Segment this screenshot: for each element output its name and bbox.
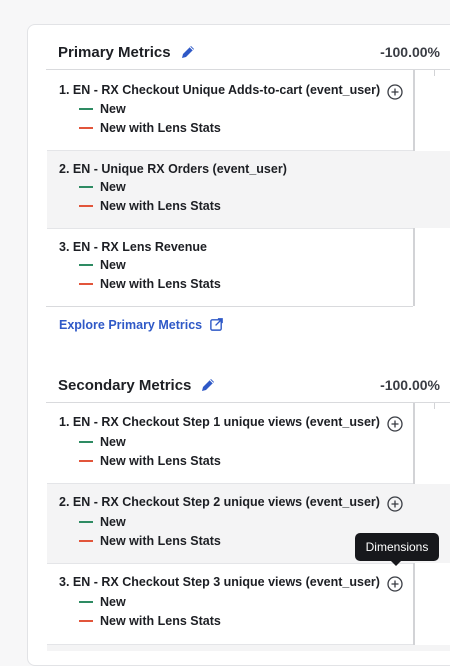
metric-row: 2. EN - Unique RX Orders (event_user) Ne…: [47, 151, 450, 228]
series-label: New with Lens Stats: [100, 534, 221, 548]
pencil-icon[interactable]: [200, 377, 216, 393]
series-line: [79, 205, 93, 207]
series-label: New: [100, 435, 126, 449]
metric-title: 1. EN - RX Checkout Step 1 unique views …: [59, 415, 380, 429]
legend-series-new: New: [79, 435, 126, 449]
series-line: [79, 540, 93, 542]
plus-circle-icon[interactable]: [387, 416, 403, 432]
dimensions-tooltip: Dimensions: [355, 533, 439, 566]
divider: [46, 69, 450, 70]
metric-row: 1. EN - RX Checkout Unique Adds-to-cart …: [47, 72, 450, 150]
metric-number: 3.: [59, 575, 70, 589]
metric-row: 1. EN - RX Checkout Step 1 unique views …: [47, 404, 450, 483]
metric-number: 1.: [59, 83, 70, 97]
series-line: [79, 620, 93, 622]
explore-link-label: Explore Primary Metrics: [59, 317, 203, 332]
metric-name: EN - RX Lens Revenue: [72, 240, 207, 254]
explore-primary-metrics-link[interactable]: Explore Primary Metrics: [59, 317, 224, 332]
series-label: New with Lens Stats: [100, 121, 221, 135]
legend-series-new: New: [79, 595, 126, 609]
series-label: New with Lens Stats: [100, 614, 221, 628]
divider: [46, 306, 413, 307]
legend-series-lens: New with Lens Stats: [79, 277, 221, 291]
legend-series-new: New: [79, 180, 126, 194]
series-label: New: [100, 258, 126, 272]
secondary-percent: -100.00%: [380, 377, 440, 393]
secondary-section-header: Secondary Metrics -100.00%: [58, 373, 440, 397]
legend-series-lens: New with Lens Stats: [79, 121, 221, 135]
series-line: [79, 264, 93, 266]
divider: [46, 402, 450, 403]
series-line: [79, 460, 93, 462]
metric-title: 1. EN - RX Checkout Unique Adds-to-cart …: [59, 83, 380, 97]
plus-circle-icon[interactable]: [387, 576, 403, 592]
metric-number: 3.: [59, 240, 70, 254]
metric-name: EN - Unique RX Orders (event_user): [72, 162, 287, 176]
series-label: New: [100, 102, 126, 116]
series-line: [79, 186, 93, 188]
metric-name: EN - RX Checkout Step 2 unique views (ev…: [72, 495, 380, 509]
metric-name: EN - RX Checkout Step 1 unique views (ev…: [72, 415, 380, 429]
legend-series-lens: New with Lens Stats: [79, 534, 221, 548]
secondary-section-title: Secondary Metrics: [58, 376, 192, 394]
primary-section-header: Primary Metrics -100.00%: [58, 40, 440, 64]
series-line: [79, 127, 93, 129]
metric-title: 2. EN - RX Checkout Step 2 unique views …: [59, 495, 380, 509]
primary-percent: -100.00%: [380, 44, 440, 60]
series-label: New: [100, 595, 126, 609]
legend-series-new: New: [79, 258, 126, 272]
series-line: [79, 441, 93, 443]
metric-title: 3. EN - RX Lens Revenue: [59, 240, 207, 254]
external-link-icon: [210, 318, 223, 331]
legend-series-new: New: [79, 102, 126, 116]
series-label: New: [100, 515, 126, 529]
metric-name: EN - RX Checkout Unique Adds-to-cart (ev…: [72, 83, 381, 97]
metric-title: 2. EN - Unique RX Orders (event_user): [59, 162, 287, 176]
series-line: [79, 521, 93, 523]
pencil-icon[interactable]: [180, 44, 196, 60]
metric-row: 3. EN - RX Checkout Step 3 unique views …: [47, 564, 450, 644]
legend-series-new: New: [79, 515, 126, 529]
metric-row: [47, 645, 450, 651]
legend-series-lens: New with Lens Stats: [79, 454, 221, 468]
series-label: New: [100, 180, 126, 194]
series-line: [79, 108, 93, 110]
legend-series-lens: New with Lens Stats: [79, 614, 221, 628]
metric-number: 2.: [59, 162, 70, 176]
series-line: [79, 283, 93, 285]
series-label: New with Lens Stats: [100, 454, 221, 468]
metric-number: 2.: [59, 495, 70, 509]
metric-name: EN - RX Checkout Step 3 unique views (ev…: [72, 575, 380, 589]
series-label: New with Lens Stats: [100, 199, 221, 213]
series-line: [79, 601, 93, 603]
primary-section-title: Primary Metrics: [58, 43, 171, 61]
metric-row: 3. EN - RX Lens Revenue New New with Len…: [47, 229, 450, 306]
legend-series-lens: New with Lens Stats: [79, 199, 221, 213]
metric-number: 1.: [59, 415, 70, 429]
plus-circle-icon[interactable]: [387, 496, 403, 512]
series-label: New with Lens Stats: [100, 277, 221, 291]
metric-title: 3. EN - RX Checkout Step 3 unique views …: [59, 575, 380, 589]
plus-circle-icon[interactable]: [387, 84, 403, 100]
